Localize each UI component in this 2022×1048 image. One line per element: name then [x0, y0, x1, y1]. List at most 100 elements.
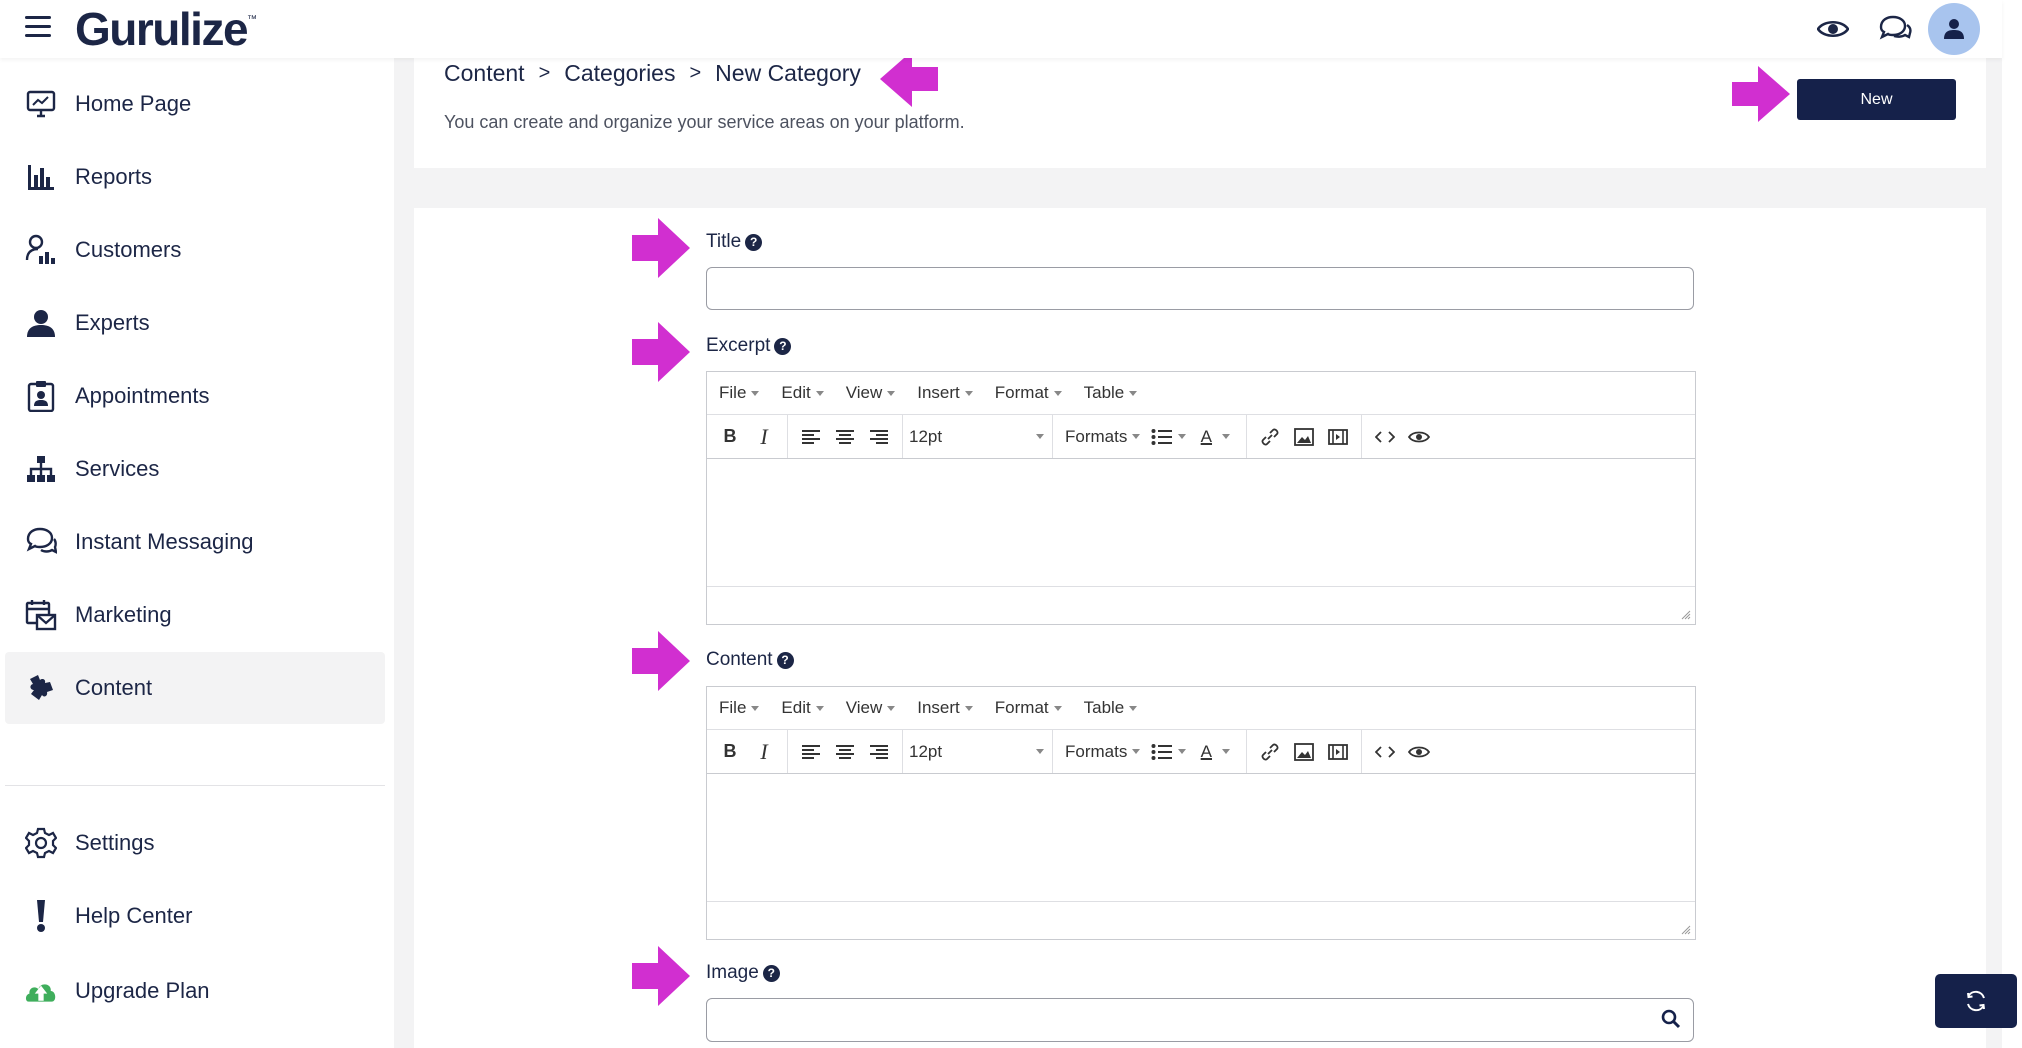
- source-code-icon[interactable]: [1368, 420, 1402, 454]
- annotation-arrow-right-icon: [632, 322, 690, 382]
- annotation-arrow-right-icon: [632, 631, 690, 691]
- breadcrumb-new-category: New Category: [715, 60, 861, 86]
- customers-icon: [25, 234, 57, 266]
- sidebar-item-label: Help Center: [75, 903, 193, 928]
- source-code-icon[interactable]: [1368, 735, 1402, 769]
- font-color-icon[interactable]: A: [1190, 420, 1240, 454]
- link-icon[interactable]: [1253, 420, 1287, 454]
- messages-icon[interactable]: [1876, 10, 1914, 48]
- italic-button[interactable]: I: [747, 420, 781, 454]
- italic-button[interactable]: I: [747, 735, 781, 769]
- align-right-icon[interactable]: [862, 420, 896, 454]
- menu-table[interactable]: Table: [1084, 698, 1138, 718]
- annotation-arrow-right-icon: [632, 946, 690, 1006]
- image-label: Image?: [706, 962, 780, 984]
- sidebar-item-label: Services: [75, 456, 160, 481]
- menu-table[interactable]: Table: [1084, 383, 1138, 403]
- align-left-icon[interactable]: [794, 735, 828, 769]
- breadcrumb-separator: >: [538, 62, 551, 84]
- sidebar-item-appointments[interactable]: Appointments: [5, 360, 385, 432]
- menu-format[interactable]: Format: [995, 383, 1062, 403]
- sidebar-item-settings[interactable]: Settings: [5, 807, 385, 879]
- bold-button[interactable]: B: [713, 420, 747, 454]
- editor-toolbar: B I 12pt Formats A: [707, 415, 1695, 459]
- font-size-select[interactable]: 12pt: [903, 730, 1053, 773]
- sidebar-item-help-center[interactable]: Help Center: [5, 880, 385, 952]
- menu-edit[interactable]: Edit: [781, 698, 824, 718]
- formats-dropdown[interactable]: Formats: [1059, 742, 1146, 762]
- image-icon[interactable]: [1287, 735, 1321, 769]
- sidebar-item-label: Instant Messaging: [75, 529, 254, 554]
- menu-file[interactable]: File: [719, 383, 760, 403]
- help-icon[interactable]: ?: [745, 233, 763, 251]
- menu-file[interactable]: File: [719, 698, 760, 718]
- app-logo[interactable]: Gurulize™: [75, 2, 257, 56]
- sidebar: Home Page Reports Customers Experts Appo…: [0, 58, 394, 1048]
- mail-calendar-icon: [25, 599, 57, 631]
- annotation-arrow-right-icon: [1732, 66, 1790, 122]
- help-icon[interactable]: ?: [774, 337, 792, 355]
- help-icon[interactable]: ?: [776, 651, 794, 669]
- sidebar-item-reports[interactable]: Reports: [5, 141, 385, 213]
- sidebar-item-customers[interactable]: Customers: [5, 214, 385, 286]
- sitemap-icon: [25, 453, 57, 485]
- menu-insert[interactable]: Insert: [917, 698, 973, 718]
- align-right-icon[interactable]: [862, 735, 896, 769]
- menu-view[interactable]: View: [846, 698, 896, 718]
- breadcrumb-categories[interactable]: Categories: [564, 60, 675, 87]
- page-edge: [2002, 0, 2022, 1048]
- preview-icon[interactable]: [1402, 420, 1436, 454]
- sidebar-item-content[interactable]: Content: [5, 652, 385, 724]
- hamburger-menu-icon[interactable]: [25, 16, 51, 38]
- sidebar-item-label: Customers: [75, 237, 182, 262]
- refresh-button[interactable]: [1935, 974, 2017, 1028]
- upgrade-icon: [25, 975, 57, 1007]
- bullet-list-icon[interactable]: [1146, 735, 1190, 769]
- sidebar-item-upgrade-plan[interactable]: Upgrade Plan: [5, 955, 385, 1027]
- search-icon[interactable]: [1661, 1009, 1681, 1034]
- font-size-select[interactable]: 12pt: [903, 415, 1053, 458]
- menu-format[interactable]: Format: [995, 698, 1062, 718]
- content-edit-area[interactable]: [707, 774, 1695, 902]
- sidebar-item-label: Marketing: [75, 602, 172, 627]
- sidebar-item-label: Upgrade Plan: [75, 978, 210, 1003]
- image-icon[interactable]: [1287, 420, 1321, 454]
- bold-button[interactable]: B: [713, 735, 747, 769]
- title-label: Title?: [706, 231, 763, 253]
- editor-statusbar: [707, 587, 1695, 624]
- image-picker-input[interactable]: [706, 998, 1694, 1042]
- user-avatar[interactable]: [1928, 3, 1980, 55]
- align-left-icon[interactable]: [794, 420, 828, 454]
- gear-icon: [25, 827, 57, 859]
- excerpt-edit-area[interactable]: [707, 459, 1695, 587]
- sidebar-item-home-page[interactable]: Home Page: [5, 68, 385, 140]
- sidebar-item-marketing[interactable]: Marketing: [5, 579, 385, 651]
- breadcrumb-content[interactable]: Content: [444, 60, 525, 87]
- new-button[interactable]: New: [1797, 79, 1956, 120]
- puzzle-icon: [25, 672, 57, 704]
- media-icon[interactable]: [1321, 420, 1355, 454]
- font-color-icon[interactable]: A: [1190, 735, 1240, 769]
- preview-icon[interactable]: [1402, 735, 1436, 769]
- sidebar-item-label: Home Page: [75, 91, 192, 116]
- link-icon[interactable]: [1253, 735, 1287, 769]
- preview-eye-icon[interactable]: [1814, 10, 1852, 48]
- media-icon[interactable]: [1321, 735, 1355, 769]
- sidebar-item-experts[interactable]: Experts: [5, 287, 385, 359]
- menu-edit[interactable]: Edit: [781, 383, 824, 403]
- formats-dropdown[interactable]: Formats: [1059, 427, 1146, 447]
- align-center-icon[interactable]: [828, 735, 862, 769]
- title-input[interactable]: [706, 267, 1694, 310]
- sidebar-item-label: Settings: [75, 830, 155, 855]
- menu-insert[interactable]: Insert: [917, 383, 973, 403]
- menu-view[interactable]: View: [846, 383, 896, 403]
- align-center-icon[interactable]: [828, 420, 862, 454]
- bullet-list-icon[interactable]: [1146, 420, 1190, 454]
- monitor-icon: [25, 88, 57, 120]
- sidebar-item-services[interactable]: Services: [5, 433, 385, 505]
- content-editor: File Edit View Insert Format Table B I 1…: [706, 686, 1696, 940]
- sidebar-item-instant-messaging[interactable]: Instant Messaging: [5, 506, 385, 578]
- help-icon[interactable]: ?: [762, 964, 780, 982]
- resize-handle-icon[interactable]: [1681, 610, 1691, 620]
- resize-handle-icon[interactable]: [1681, 925, 1691, 935]
